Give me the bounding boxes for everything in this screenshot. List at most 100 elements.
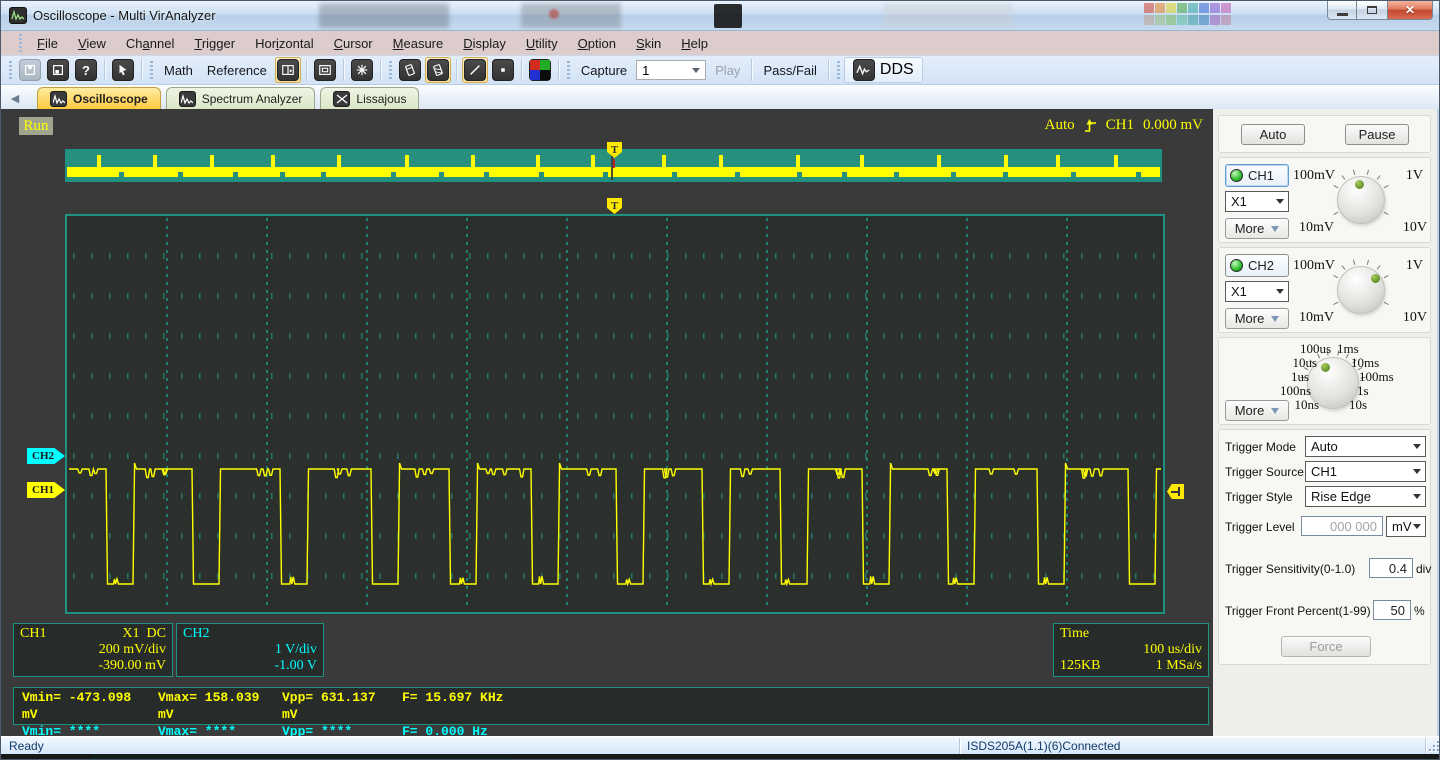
trigger-sensitivity-label: Trigger Sensitivity(0-1.0) xyxy=(1225,562,1356,576)
trigger-style-select[interactable]: Rise Edge xyxy=(1305,486,1426,507)
ch1-probe-select[interactable]: X1 xyxy=(1225,191,1289,212)
ch2-more-button[interactable]: More xyxy=(1225,308,1289,329)
more-label: More xyxy=(1234,221,1265,236)
knob-label-10s: 10s xyxy=(1349,397,1368,412)
ch1-name: CH1 xyxy=(20,626,47,641)
split-screen-button[interactable] xyxy=(274,57,301,83)
trigger-front-unit: % xyxy=(1414,604,1425,618)
app-window: Oscilloscope - Multi VirAnalyzer ✕ File … xyxy=(0,0,1440,760)
trigger-mode-value: Auto xyxy=(1311,439,1338,454)
toolbar-grip xyxy=(9,61,12,79)
dot-draw-button[interactable] xyxy=(490,57,516,83)
toolbar-separator xyxy=(520,59,522,81)
timebase-knob[interactable]: 100us 10us 1us 100ns 10ns 1ms 10ms 100ms… xyxy=(1237,341,1429,423)
ch2-probe-value: X1 xyxy=(1231,284,1247,299)
desktop-strip xyxy=(1,754,1439,759)
ch2-button-label: CH2 xyxy=(1248,258,1275,273)
restore-button[interactable] xyxy=(1357,1,1387,20)
menu-skin[interactable]: Skin xyxy=(627,33,670,54)
ch2-probe-select[interactable]: X1 xyxy=(1225,281,1289,302)
pointer-icon xyxy=(112,59,134,81)
capture-label: Capture xyxy=(580,62,628,78)
pause-button[interactable]: Pause xyxy=(1345,124,1409,145)
pass-fail-button[interactable]: Pass/Fail xyxy=(756,63,823,78)
close-button[interactable]: ✕ xyxy=(1387,1,1433,20)
force-button[interactable]: Force xyxy=(1281,636,1371,657)
tab-lissajous[interactable]: Lissajous xyxy=(320,87,420,109)
tab-oscilloscope[interactable]: Oscilloscope xyxy=(37,87,161,109)
capture-select[interactable]: 1 xyxy=(636,60,707,80)
titlebar-artifact xyxy=(883,3,1013,28)
save-icon xyxy=(19,59,41,81)
full-screen-button[interactable] xyxy=(312,57,338,83)
autoset-button[interactable] xyxy=(349,57,375,83)
auto-button[interactable]: Auto xyxy=(1241,124,1305,145)
knob-dial[interactable] xyxy=(1337,266,1385,314)
menu-trigger[interactable]: Trigger xyxy=(185,33,244,54)
color-palette-icon xyxy=(528,59,551,81)
knob-label-10mv: 10mV xyxy=(1299,310,1334,325)
knob-indicator xyxy=(1355,180,1364,189)
play-button[interactable]: Play xyxy=(708,63,747,78)
menu-option[interactable]: Option xyxy=(569,33,625,54)
time-buffer: 125KB xyxy=(1060,658,1101,673)
ch1-offset-marker[interactable]: CH1 xyxy=(27,482,65,498)
trigger-time-marker-plot[interactable]: T xyxy=(607,198,622,214)
resize-grip[interactable] xyxy=(1427,739,1439,751)
snapshot-button[interactable] xyxy=(45,57,71,83)
menu-view[interactable]: View xyxy=(69,33,115,54)
knob-indicator xyxy=(1321,363,1330,372)
calibrate-alt-icon xyxy=(426,59,449,81)
trigger-sensitivity-input[interactable]: 0.4 xyxy=(1369,558,1413,578)
menu-horizontal[interactable]: Horizontal xyxy=(246,33,323,54)
trigger-sensitivity-unit: div xyxy=(1416,562,1432,576)
color-button[interactable] xyxy=(527,57,553,83)
line-draw-button[interactable] xyxy=(461,57,488,83)
time-scale: 100 us/div xyxy=(1143,642,1202,657)
waveform-plot xyxy=(65,214,1165,614)
ch1-control-group: CH1 X1 More 100mV 1V 10mV 10V xyxy=(1218,157,1431,243)
ch1-freq: F= 15.697 KHz xyxy=(402,690,504,705)
ch2-volts-knob[interactable]: 100mV 1V 10mV 10V xyxy=(1293,250,1429,330)
status-text: Ready xyxy=(9,739,44,753)
menu-measure[interactable]: Measure xyxy=(384,33,453,54)
trigger-level-marker[interactable] xyxy=(1167,484,1184,499)
device-status: ISDS205A(1.1)(6)Connected xyxy=(967,739,1121,753)
calibrate-button[interactable] xyxy=(397,57,423,83)
chevron-down-icon xyxy=(1413,524,1421,533)
pointer-button[interactable] xyxy=(110,57,136,83)
menu-help[interactable]: Help xyxy=(672,33,717,54)
menu-channel[interactable]: Channel xyxy=(117,33,183,54)
trigger-source-select[interactable]: CH1 xyxy=(1305,461,1426,482)
full-screen-icon xyxy=(313,59,336,81)
toolbar-separator xyxy=(827,59,829,81)
tab-spectrum-analyzer[interactable]: Spectrum Analyzer xyxy=(165,87,316,109)
save-button[interactable] xyxy=(17,57,43,83)
dds-button[interactable]: DDS xyxy=(843,57,923,83)
trigger-mode-select[interactable]: Auto xyxy=(1305,436,1426,457)
ch1-more-button[interactable]: More xyxy=(1225,218,1289,239)
math-button[interactable]: Math xyxy=(157,63,200,78)
trigger-level-input[interactable]: 000 000 xyxy=(1301,516,1383,536)
ch1-probe-coupling: X1 DC xyxy=(122,626,166,641)
tab-scroll-left[interactable]: ◀ xyxy=(7,89,23,107)
ch1-enable-button[interactable]: CH1 xyxy=(1225,164,1289,187)
trigger-front-input[interactable]: 50 xyxy=(1373,600,1411,620)
trigger-level-readout: 0.000 mV xyxy=(1143,117,1203,133)
chevron-down-icon xyxy=(1276,199,1284,208)
calibrate-alt-button[interactable] xyxy=(424,57,451,83)
reference-button[interactable]: Reference xyxy=(200,63,274,78)
menu-display[interactable]: Display xyxy=(454,33,515,54)
trigger-sensitivity-value: 0.4 xyxy=(1388,560,1407,576)
scope-grid-and-trace xyxy=(69,218,1161,610)
menu-utility[interactable]: Utility xyxy=(517,33,567,54)
ch2-offset-marker[interactable]: CH2 xyxy=(27,448,65,464)
help-button[interactable]: ? xyxy=(73,57,99,83)
ch1-volts-knob[interactable]: 100mV 1V 10mV 10V xyxy=(1293,160,1429,240)
trigger-level-unit-select[interactable]: mV xyxy=(1386,516,1426,537)
ch2-control-group: CH2 X1 More 100mV 1V 10mV 10V xyxy=(1218,247,1431,333)
ch2-enable-button[interactable]: CH2 xyxy=(1225,254,1289,277)
menu-file[interactable]: File xyxy=(28,33,67,54)
menu-cursor[interactable]: Cursor xyxy=(325,33,382,54)
minimize-button[interactable] xyxy=(1327,1,1357,20)
